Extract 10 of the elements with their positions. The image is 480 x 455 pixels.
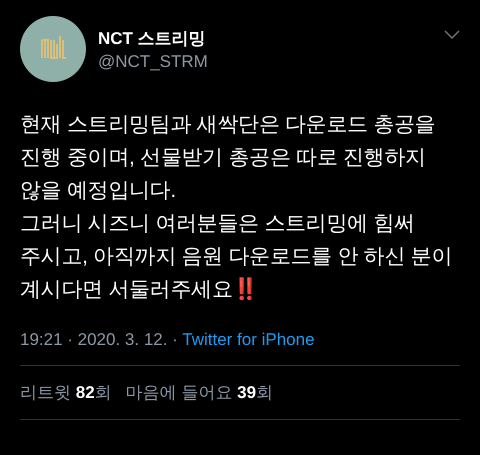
author-name: NCT 스트리밍 [98,28,207,50]
tweet-text: 그러니 시즈니 여러분들은 스트리밍에 힘써 주시고, 아직까지 음원 다운로드를 안 하신 분이 계시다면 서둘러주세요‼ [20,211,454,303]
engagement-count[interactable]: 마음에 들어요 39회 [126,381,274,404]
tweet-timestamp: 19:21 · 2020. 3. 12. · [20,330,179,349]
source-link[interactable]: Twitter for iPhone [182,330,315,349]
avatar-logo-icon [20,16,86,82]
chevron-down-icon[interactable] [444,30,460,40]
tweet-text: 현재 스트리밍팀과 새싹단은 다운로드 총공을 진행 중이며, 선물받기 총공은 따로 진행하지 않을 예정입니다. [20,112,436,204]
engagement-count[interactable]: 리트윗 82회 [20,381,112,404]
author-handle: @NCT_STRM [98,52,209,72]
